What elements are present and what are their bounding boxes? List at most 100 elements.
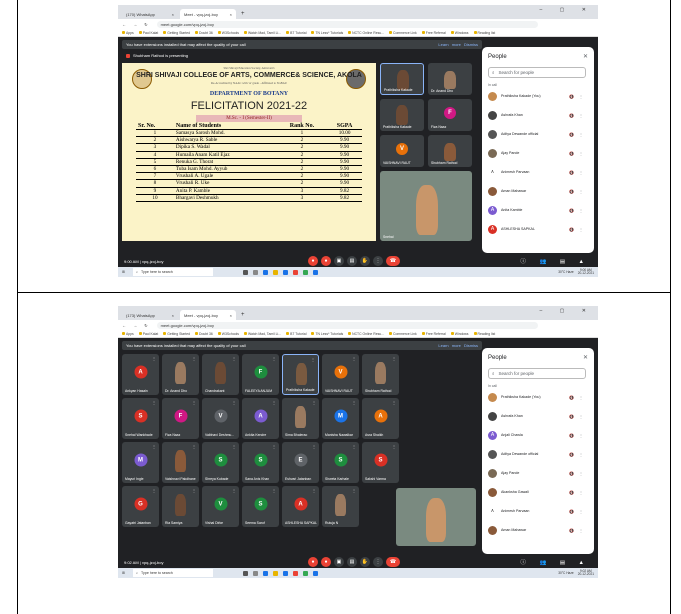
more-icon[interactable]: ⋮ xyxy=(192,356,196,361)
participant-tile[interactable]: Shubham Rathod xyxy=(428,135,472,167)
participant-tile[interactable]: ⋮ Ria Samiya xyxy=(162,486,199,527)
participant-tile[interactable]: Prathiksha Kakade xyxy=(380,63,424,95)
participant-tile[interactable]: Prathiksha Kakade xyxy=(380,99,424,131)
taskbar-apps[interactable] xyxy=(243,570,319,576)
tab-whatsapp[interactable]: (170) WhatsApp × xyxy=(122,9,178,19)
participant-tile[interactable]: G ⋮ Gayatri Jatanban xyxy=(122,486,159,527)
participant-tile[interactable]: Dr. Anand Dho xyxy=(428,63,472,95)
more-icon[interactable]: ⋮ xyxy=(232,356,236,361)
taskbar-apps[interactable] xyxy=(243,269,319,275)
window-controls[interactable]: – ▢ ✕ xyxy=(540,7,594,13)
participant-tile[interactable]: ⋮ Vaishnavi Pakdhane xyxy=(162,442,199,483)
bookmark-item[interactable]: Getting Started xyxy=(163,31,190,35)
participant-tile[interactable]: E ⋮ Eshvari Jatanban xyxy=(282,442,319,483)
people-list-item[interactable]: Ajay Pande 🔇⋮ xyxy=(488,146,588,160)
bookmark-item[interactable]: Paul Kalat xyxy=(138,31,158,35)
mute-more-icon[interactable]: 🔇⋮ xyxy=(569,132,588,137)
people-list-item[interactable]: Ajay Pande 🔇⋮ xyxy=(488,466,588,480)
mute-more-icon[interactable]: 🔇⋮ xyxy=(569,227,588,232)
participant-tile[interactable]: V ⋮ Vishal Dirke xyxy=(202,486,239,527)
more-icon[interactable]: ⋮ xyxy=(352,444,356,449)
bookmark-item[interactable]: Paul Kalat xyxy=(138,332,158,336)
more-icon[interactable]: ⋮ xyxy=(192,400,196,405)
people-list-item[interactable]: Aman Mahawar 🔇⋮ xyxy=(488,184,588,198)
right-controls[interactable]: ⓘ 👥 ▤ ▲ xyxy=(520,257,590,265)
nav-buttons[interactable]: ← → ↻ xyxy=(122,323,151,328)
people-list-item[interactable]: Akanksha Gawali 🔇⋮ xyxy=(488,485,588,499)
bookmark-item[interactable]: W3Schools xyxy=(217,332,239,336)
nav-buttons[interactable]: ← → ↻ xyxy=(122,22,151,27)
close-icon[interactable]: × xyxy=(172,313,174,318)
participant-tile[interactable]: ⋮ Dr. Anand Dho xyxy=(162,354,199,395)
bookmark-item[interactable]: NCTC Online Resu... xyxy=(348,31,384,35)
participant-tile[interactable]: ⋮ Prathiksha Kakade xyxy=(282,354,319,395)
bookmark-item[interactable]: NCTC Online Resu... xyxy=(348,332,384,336)
more-icon[interactable]: ⋮ xyxy=(312,488,316,493)
camera-icon[interactable]: ● xyxy=(321,256,331,266)
bookmark-item[interactable]: Commerce Link xyxy=(389,332,417,336)
self-view-tile[interactable]: Snehal xyxy=(380,171,472,241)
more-icon[interactable]: ⋮ xyxy=(312,400,316,405)
tab-whatsapp[interactable]: (173) WhatsApp × xyxy=(122,310,178,320)
mic-icon[interactable]: ● xyxy=(308,256,318,266)
url-field[interactable]: meet.google.com/vpq-jzoj-boy xyxy=(156,321,538,329)
new-tab-button[interactable]: + xyxy=(238,310,248,320)
bookmark-item[interactable]: TN Less* Tutorials xyxy=(311,332,343,336)
bookmark-item[interactable]: Doubt 36 xyxy=(195,332,213,336)
participant-tile[interactable]: ⋮ Chandrakant xyxy=(202,354,239,395)
more-icon[interactable]: ⋮ xyxy=(232,488,236,493)
more-icon[interactable]: ⋮ xyxy=(152,400,156,405)
bookmark-item[interactable]: Reading list xyxy=(473,332,495,336)
mute-more-icon[interactable]: 🔇⋮ xyxy=(569,94,588,99)
more-icon[interactable]: ⋮ xyxy=(392,400,396,405)
windows-icon[interactable]: ⊞ xyxy=(122,270,125,274)
people-list-item[interactable]: A ASHLESHA SAPKAL 🔇⋮ xyxy=(488,222,588,236)
participant-tile[interactable]: A ⋮ ASHLESHA SAPKAL xyxy=(282,486,319,527)
more-icon[interactable]: ⋮ xyxy=(152,488,156,493)
mute-more-icon[interactable]: 🔇⋮ xyxy=(569,189,588,194)
participant-tile[interactable]: A ⋮ Ankita Kendre xyxy=(242,398,279,439)
mute-more-icon[interactable]: 🔇⋮ xyxy=(569,113,588,118)
close-icon[interactable]: ✕ xyxy=(583,53,588,60)
mute-more-icon[interactable]: 🔇⋮ xyxy=(569,208,588,213)
bookmark-item[interactable]: W3Schools xyxy=(217,31,239,35)
participant-tile[interactable]: S ⋮ Sana Anis Khan xyxy=(242,442,279,483)
more-icon[interactable]: ⋮ xyxy=(352,488,356,493)
participant-tile[interactable]: S ⋮ Seema Sarof xyxy=(242,486,279,527)
captions-icon[interactable]: ▣ xyxy=(334,256,344,266)
more-icon[interactable]: ⋮ xyxy=(373,557,383,567)
more-icon[interactable]: ⋮ xyxy=(272,444,276,449)
mute-more-icon[interactable]: 🔇⋮ xyxy=(569,509,588,514)
present-icon[interactable]: ▤ xyxy=(347,256,357,266)
bookmark-item[interactable]: BT Tutorial xyxy=(286,31,306,35)
participant-tile[interactable]: ⋮ Sima Bhalerao xyxy=(282,398,319,439)
more-icon[interactable]: ⋮ xyxy=(352,400,356,405)
participant-tile[interactable]: V ⋮ VAISHNAVI RAUT xyxy=(322,354,359,395)
participant-tile[interactable]: F ⋮ FALEEYA ANJUM xyxy=(242,354,279,395)
people-list-item[interactable]: Aditya Dewande official 🔇⋮ xyxy=(488,447,588,461)
right-controls[interactable]: ⓘ 👥 ▤ ▲ xyxy=(520,558,590,566)
participant-tile[interactable]: S ⋮ Snehal Wankhade xyxy=(122,398,159,439)
bookmark-item[interactable]: Apps xyxy=(122,332,134,336)
warning-links[interactable]: Learn more Dismiss xyxy=(438,343,478,348)
bookmark-item[interactable]: Windows xyxy=(450,332,469,336)
raise-hand-icon[interactable]: ✋ xyxy=(360,256,370,266)
people-list-item[interactable]: A Anita Kamble 🔇⋮ xyxy=(488,203,588,217)
more-icon[interactable]: ⋮ xyxy=(312,444,316,449)
people-list-item[interactable]: Aman Mahawar 🔇⋮ xyxy=(488,523,588,537)
close-icon[interactable]: × xyxy=(230,12,232,17)
more-icon[interactable]: ⋮ xyxy=(232,444,236,449)
participant-tile[interactable]: A ⋮ Asra Shaikh xyxy=(362,398,399,439)
bookmark-item[interactable]: Watch Mad, Tamil Li... xyxy=(243,332,281,336)
more-icon[interactable]: ⋮ xyxy=(272,488,276,493)
bookmark-item[interactable]: Watch Mad, Tamil Li... xyxy=(243,31,281,35)
people-list-item[interactable]: Aditya Dewande official 🔇⋮ xyxy=(488,127,588,141)
close-icon[interactable]: × xyxy=(172,12,174,17)
more-icon[interactable]: ⋮ xyxy=(152,444,156,449)
bookmark-item[interactable]: TN Less* Tutorials xyxy=(311,31,343,35)
mute-more-icon[interactable]: 🔇⋮ xyxy=(569,433,588,438)
mute-more-icon[interactable]: 🔇⋮ xyxy=(569,490,588,495)
participant-tile[interactable]: V VAISHNAVI RAUT xyxy=(380,135,424,167)
mute-more-icon[interactable]: 🔇⋮ xyxy=(569,528,588,533)
close-icon[interactable]: ✕ xyxy=(583,354,588,361)
